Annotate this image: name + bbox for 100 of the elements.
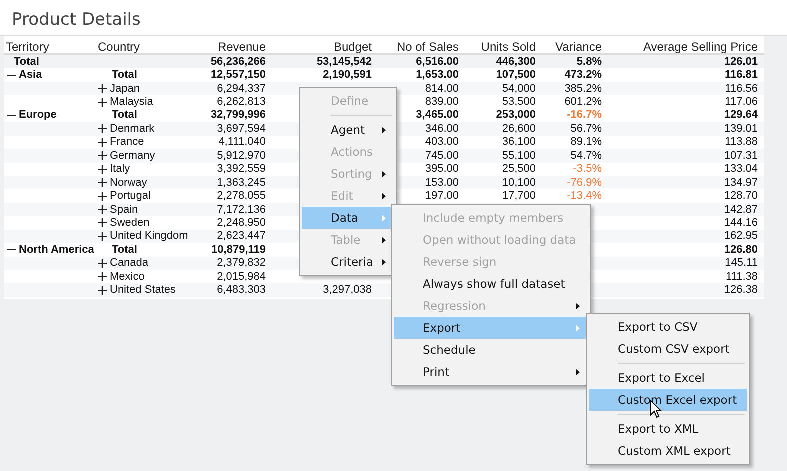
menu-item[interactable]: Export to XML: [589, 418, 747, 440]
table-cell-text: 10,100: [501, 176, 537, 189]
table-cell-text: 2,278,055: [216, 190, 267, 202]
table-cell-text: 395.00: [424, 163, 460, 176]
menu-item[interactable]: Custom CSV export: [589, 338, 747, 364]
expand-icon[interactable]: [98, 192, 107, 201]
table-cell-text: 133.04: [723, 163, 759, 176]
table-cell-text: 3,297,038: [322, 284, 373, 296]
column-header[interactable]: Budget: [332, 36, 374, 54]
country-label: United States: [110, 284, 176, 296]
table-cell-text: 117.06: [724, 96, 759, 108]
table-cell-text: 126.01: [723, 56, 759, 68]
table-cell-text: 134.97: [723, 176, 759, 189]
country-label: Portugal: [110, 190, 151, 202]
table-cell-text: 3,697,594: [216, 122, 267, 135]
menu-item[interactable]: Custom XML export: [589, 440, 747, 462]
table-cell-text: 17,700: [501, 190, 537, 202]
table-cell-text: 2,015,984: [216, 270, 267, 283]
expand-icon[interactable]: [98, 98, 107, 107]
country-label: Mexico: [110, 270, 145, 283]
menu-item[interactable]: Schedule: [394, 339, 588, 361]
expand-icon[interactable]: [98, 164, 107, 174]
table-cell-text: 7,172,136: [216, 204, 267, 216]
expand-icon[interactable]: [98, 232, 107, 241]
country-label: United Kingdom: [110, 230, 188, 242]
column-header[interactable]: Variance: [554, 36, 604, 54]
column-header[interactable]: Revenue: [216, 36, 268, 54]
menu-item[interactable]: Agent: [302, 119, 394, 141]
table-cell-text: Total: [13, 56, 40, 68]
page-title: Product Details: [0, 0, 787, 36]
table-cell-text: -76.9%: [566, 176, 603, 189]
territory-label: Asia: [19, 69, 42, 82]
table-cell-text: 144.16: [723, 216, 759, 229]
menu-item[interactable]: Print: [394, 361, 588, 383]
expand-icon[interactable]: [98, 286, 107, 295]
table-cell-text: 56.7%: [570, 122, 603, 135]
table-cell-text: 116.81: [724, 69, 759, 82]
country-label: Total: [112, 109, 138, 122]
submenu-arrow-icon: [382, 214, 386, 222]
table-cell-text: 5,912,970: [216, 150, 267, 162]
expand-icon[interactable]: [98, 178, 107, 188]
column-header[interactable]: Units Sold: [479, 36, 538, 54]
table-cell-text: -16.7%: [566, 109, 603, 122]
table-cell-text: 2,623,447: [216, 230, 267, 242]
table-cell-text: 55,100: [501, 150, 537, 162]
table-cell-text: 145.11: [724, 257, 759, 270]
table-cell-text: 53,145,542: [316, 56, 373, 68]
country-label: Denmark: [110, 122, 155, 135]
expand-icon[interactable]: [98, 151, 107, 160]
table-cell-text: 32,799,996: [210, 109, 267, 122]
table-cell-text: 814.00: [424, 82, 460, 95]
menu-item[interactable]: Export to CSV: [589, 316, 747, 338]
menu-item[interactable]: Always show full dataset: [394, 273, 588, 295]
submenu-arrow-icon: [576, 302, 580, 310]
menu-item[interactable]: Export to Excel: [589, 367, 747, 389]
expand-icon[interactable]: [98, 205, 107, 214]
expand-icon[interactable]: [98, 124, 107, 134]
table-cell-text: 346.00: [424, 122, 460, 135]
table-cell-text: 139.01: [723, 122, 759, 135]
table-cell-text: 4,111,040: [218, 136, 267, 148]
menu-item[interactable]: Criteria: [302, 251, 394, 273]
table-cell-text: 3,465.00: [415, 109, 460, 122]
expand-icon[interactable]: [98, 218, 107, 228]
expand-icon[interactable]: [98, 272, 107, 282]
column-header[interactable]: Average Selling Price: [641, 36, 760, 54]
table-cell-text: 1,363,245: [216, 176, 267, 189]
submenu-arrow-icon: [382, 236, 386, 244]
table-cell-text: 3,392,559: [216, 163, 267, 176]
submenu-arrow-icon: [382, 170, 386, 178]
table-cell-text: 36,100: [501, 136, 537, 148]
table-cell-text: -13.4%: [566, 190, 603, 202]
country-label: Total: [112, 69, 138, 82]
table-cell-text: 129.64: [723, 109, 759, 122]
territory-label: North America: [19, 244, 94, 256]
country-label: Spain: [110, 204, 138, 216]
table-cell-text: 89.1%: [570, 136, 603, 148]
table-cell-text: 10,879,119: [210, 244, 267, 256]
expand-icon[interactable]: [98, 138, 107, 147]
table-cell-text: 601.2%: [564, 96, 603, 108]
country-label: Japan: [110, 82, 140, 95]
table-cell-text: 745.00: [424, 150, 460, 162]
table-cell-text: 6,483,303: [216, 284, 267, 296]
table-cell-text: 253,000: [495, 109, 537, 122]
table-cell-text: 197.00: [424, 190, 460, 202]
menu-item[interactable]: Data: [302, 207, 394, 229]
table-cell-text: 446,300: [495, 56, 537, 68]
table-cell-text: 162.95: [723, 230, 759, 242]
expand-icon[interactable]: [98, 84, 107, 94]
table-cell-text: 107,500: [495, 69, 537, 82]
column-header[interactable]: Territory: [4, 36, 96, 54]
table-cell-text: 153.00: [424, 176, 460, 189]
table-cell-text: 26,600: [501, 122, 537, 135]
column-header[interactable]: No of Sales: [394, 36, 461, 54]
country-label: Malaysia: [110, 96, 154, 108]
expand-icon[interactable]: [98, 258, 107, 268]
table-cell-text: 2,190,591: [322, 69, 373, 82]
table-cell-text: 128.70: [723, 190, 759, 202]
menu-item[interactable]: Export: [394, 317, 588, 339]
column-header[interactable]: Country: [96, 36, 200, 54]
territory-label: Europe: [19, 109, 57, 122]
